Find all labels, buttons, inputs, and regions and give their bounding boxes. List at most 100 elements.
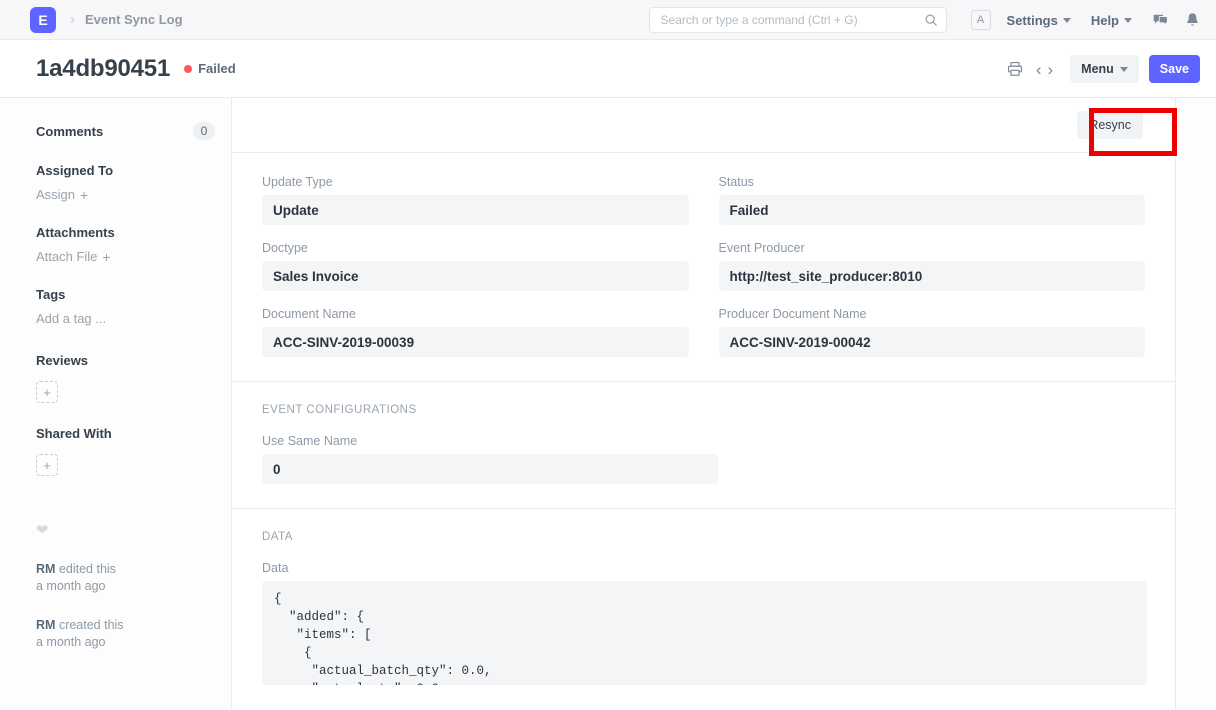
plus-icon: +: [43, 459, 51, 472]
sidebar-section-shared-with: Shared With +: [36, 425, 215, 476]
chevron-down-icon: [1063, 18, 1071, 23]
assign-label: Assign: [36, 187, 75, 202]
field-status: Status Failed: [719, 175, 1146, 225]
comments-label: Comments: [36, 124, 103, 139]
sidebar-section-comments[interactable]: Comments 0: [36, 122, 215, 140]
comments-count-badge: 0: [193, 122, 215, 140]
doctype-value[interactable]: Sales Invoice: [262, 261, 689, 291]
form-card: Resync Update Type Update Doctype Sales …: [231, 98, 1176, 709]
status-label: Status: [719, 175, 1146, 189]
details-left-column: Update Type Update Doctype Sales Invoice…: [262, 175, 689, 357]
data-section-title: DATA: [262, 531, 1145, 543]
resync-button[interactable]: Resync: [1077, 111, 1143, 139]
save-button[interactable]: Save: [1149, 55, 1200, 83]
nav-settings[interactable]: Settings: [1007, 13, 1071, 28]
update-type-value[interactable]: Update: [262, 195, 689, 225]
breadcrumb-event-sync-log[interactable]: Event Sync Log: [85, 12, 183, 27]
field-doctype: Doctype Sales Invoice: [262, 241, 689, 291]
form-toolbar: Resync: [232, 98, 1175, 153]
field-update-type: Update Type Update: [262, 175, 689, 225]
save-button-label: Save: [1160, 62, 1189, 76]
activity-time: a month ago: [36, 579, 106, 593]
producer-document-name-label: Producer Document Name: [719, 307, 1146, 321]
app-logo[interactable]: E: [30, 7, 56, 33]
reviews-label: Reviews: [36, 353, 88, 368]
status-value[interactable]: Failed: [719, 195, 1146, 225]
chevron-down-icon: [1124, 18, 1132, 23]
add-review-button[interactable]: +: [36, 381, 58, 403]
attach-file-button[interactable]: Attach File +: [36, 249, 215, 264]
data-section: DATA Data { "added": { "items": [ { "act…: [232, 509, 1175, 709]
event-configurations-title: EVENT CONFIGURATIONS: [262, 404, 1145, 416]
navbar-right-group: A Settings Help: [649, 0, 1202, 40]
breadcrumb-separator-icon: ›: [70, 11, 75, 28]
event-producer-value[interactable]: http://test_site_producer:8010: [719, 261, 1146, 291]
search-box[interactable]: [649, 7, 947, 33]
details-right-column: Status Failed Event Producer http://test…: [719, 175, 1146, 357]
nav-settings-label: Settings: [1007, 13, 1058, 28]
heart-icon[interactable]: ❤: [36, 521, 215, 539]
activity-user: RM: [36, 618, 55, 632]
document-name-label: Document Name: [262, 307, 689, 321]
assigned-to-label: Assigned To: [36, 163, 113, 178]
attach-file-label: Attach File: [36, 249, 97, 264]
activity-action: created this: [59, 618, 124, 632]
page-header-actions: ‹ › Menu Save: [1007, 40, 1200, 98]
field-producer-document-name: Producer Document Name ACC-SINV-2019-000…: [719, 307, 1146, 357]
producer-document-name-value[interactable]: ACC-SINV-2019-00042: [719, 327, 1146, 357]
activity-user: RM: [36, 562, 55, 576]
data-code-block[interactable]: { "added": { "items": [ { "actual_batch_…: [262, 581, 1147, 685]
doctype-label: Doctype: [262, 241, 689, 255]
nav-help-label: Help: [1091, 13, 1119, 28]
shared-with-label: Shared With: [36, 426, 112, 441]
use-same-name-label: Use Same Name: [262, 434, 718, 448]
status-dot-icon: [184, 65, 192, 73]
details-section: Update Type Update Doctype Sales Invoice…: [232, 153, 1175, 382]
bell-icon[interactable]: [1185, 12, 1200, 29]
use-same-name-value[interactable]: 0: [262, 454, 718, 484]
search-input[interactable]: [661, 13, 924, 27]
prev-document-button[interactable]: ‹: [1033, 61, 1045, 78]
next-document-button[interactable]: ›: [1044, 61, 1056, 78]
assign-button[interactable]: Assign +: [36, 187, 215, 202]
attachments-label: Attachments: [36, 225, 115, 240]
add-shared-user-button[interactable]: +: [36, 454, 58, 476]
tags-label: Tags: [36, 287, 65, 302]
status-badge: Failed: [184, 61, 236, 76]
event-producer-label: Event Producer: [719, 241, 1146, 255]
sidebar-section-assigned-to: Assigned To Assign +: [36, 162, 215, 202]
avatar-letter: A: [977, 14, 984, 26]
avatar[interactable]: A: [971, 10, 991, 30]
field-event-producer: Event Producer http://test_site_producer…: [719, 241, 1146, 291]
sidebar-section-tags: Tags Add a tag ...: [36, 286, 215, 326]
add-tag-label: Add a tag ...: [36, 311, 106, 326]
add-tag-input[interactable]: Add a tag ...: [36, 311, 215, 326]
plus-icon: +: [102, 250, 110, 264]
nav-help[interactable]: Help: [1091, 13, 1132, 28]
sidebar-section-reviews: Reviews +: [36, 352, 215, 403]
page-body: Comments 0 Assigned To Assign + Attachme…: [0, 98, 1216, 709]
menu-button[interactable]: Menu: [1070, 55, 1139, 83]
resync-button-label: Resync: [1089, 118, 1131, 132]
sidebar-section-attachments: Attachments Attach File +: [36, 224, 215, 264]
field-use-same-name: Use Same Name 0: [262, 434, 718, 484]
plus-icon: +: [43, 386, 51, 399]
activity-action: edited this: [59, 562, 116, 576]
data-label: Data: [262, 561, 1145, 575]
page-title: 1a4db90451: [36, 55, 170, 83]
document-name-value[interactable]: ACC-SINV-2019-00039: [262, 327, 689, 357]
chat-icon[interactable]: [1152, 12, 1169, 29]
plus-icon: +: [80, 188, 88, 202]
activity-time: a month ago: [36, 635, 106, 649]
navbar: E › Event Sync Log A Settings Help: [0, 0, 1216, 40]
status-label: Failed: [198, 61, 236, 76]
sidebar: Comments 0 Assigned To Assign + Attachme…: [0, 98, 231, 709]
chevron-down-icon: [1120, 67, 1128, 72]
update-type-label: Update Type: [262, 175, 689, 189]
page-header: 1a4db90451 Failed ‹ › Menu Save: [0, 40, 1216, 98]
field-data: Data { "added": { "items": [ { "actual_b…: [262, 561, 1145, 685]
print-icon[interactable]: [1007, 61, 1023, 77]
event-configurations-section: EVENT CONFIGURATIONS Use Same Name 0: [232, 382, 1175, 509]
search-icon[interactable]: [924, 13, 938, 27]
menu-button-label: Menu: [1081, 62, 1114, 76]
